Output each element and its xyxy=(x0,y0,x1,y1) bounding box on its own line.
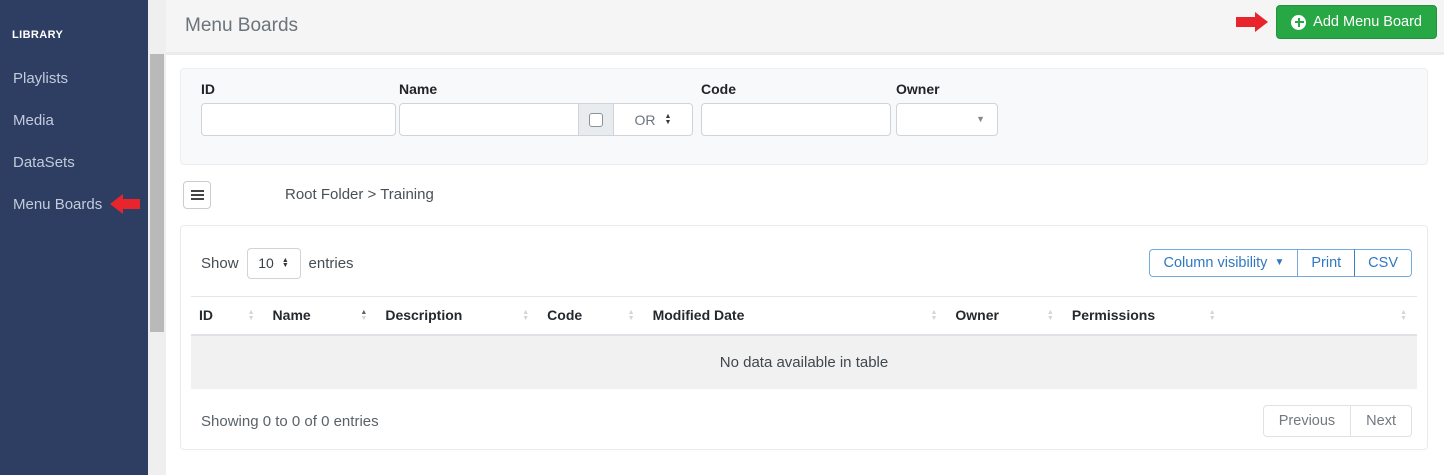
owner-filter-label: Owner xyxy=(896,81,940,97)
column-header-actions[interactable]: ▲ ▼ xyxy=(1225,296,1417,336)
page-header: Menu Boards Add Menu Board xyxy=(166,0,1444,55)
table-footer-row: Showing 0 to 0 of 0 entries Previous Nex… xyxy=(191,404,1417,438)
chevron-down-icon: ▼ xyxy=(976,114,985,124)
name-exact-match-checkbox[interactable] xyxy=(589,112,603,127)
menu-boards-table-panel: Show 10 ▲ ▼ entries Column visibility ▼ P… xyxy=(180,225,1428,450)
breadcrumb: Root Folder > Training xyxy=(285,186,434,203)
sidebar-item-datasets[interactable]: DataSets xyxy=(0,141,148,183)
print-button[interactable]: Print xyxy=(1297,249,1356,277)
sort-icons: ▲ ▼ xyxy=(930,308,938,322)
select-updown-icon: ▲ ▼ xyxy=(664,113,672,126)
folder-tree-toggle-button[interactable] xyxy=(183,180,211,209)
column-header-name[interactable]: Name ▲ ▼ xyxy=(264,296,378,336)
column-visibility-button[interactable]: Column visibility ▼ xyxy=(1149,249,1299,277)
table-header-row: ID ▲ ▼ Name ▲ ▼ Description ▲ ▼ Code ▲ ▼… xyxy=(191,296,1417,336)
sidebar: LIBRARY Playlists Media DataSets Menu Bo… xyxy=(0,0,148,475)
column-header-owner[interactable]: Owner ▲ ▼ xyxy=(947,296,1064,336)
empty-table-message: No data available in table xyxy=(191,335,1417,389)
name-filter-label: Name xyxy=(399,81,438,97)
name-filter-addon xyxy=(579,103,614,136)
menu-boards-table: ID ▲ ▼ Name ▲ ▼ Description ▲ ▼ Code ▲ ▼… xyxy=(191,296,1417,389)
annotation-arrow-left-icon xyxy=(110,194,141,214)
table-empty-row: No data available in table xyxy=(191,335,1417,389)
sort-icons: ▲ ▼ xyxy=(1400,308,1407,322)
column-header-description[interactable]: Description ▲ ▼ xyxy=(377,296,540,336)
caret-down-icon: ▼ xyxy=(1274,257,1285,268)
entries-summary: Showing 0 to 0 of 0 entries xyxy=(201,412,379,430)
owner-filter-select[interactable]: ▼ xyxy=(896,103,998,136)
add-menu-board-button[interactable]: Add Menu Board xyxy=(1276,5,1437,39)
table-controls-row: Show 10 ▲ ▼ entries Column visibility ▼ P… xyxy=(191,247,1417,279)
sort-icons: ▲ ▼ xyxy=(247,308,255,322)
sidebar-item-media[interactable]: Media xyxy=(0,99,148,141)
hamburger-icon xyxy=(190,193,204,196)
plus-circle-icon xyxy=(1291,14,1307,30)
show-label: Show xyxy=(201,254,239,272)
sidebar-item-playlists[interactable]: Playlists xyxy=(0,57,148,99)
sort-icons: ▲ ▼ xyxy=(1208,308,1216,322)
vertical-scrollbar xyxy=(148,0,166,475)
annotation-arrow-right-icon xyxy=(1236,12,1269,32)
menu-boards-page: LIBRARY Playlists Media DataSets Menu Bo… xyxy=(0,0,1444,475)
column-header-id[interactable]: ID ▲ ▼ xyxy=(191,296,265,336)
page-title: Menu Boards xyxy=(185,15,299,36)
name-filter-input[interactable] xyxy=(399,103,579,136)
main-content: Menu Boards Add Menu Board ID Name OR ▲ … xyxy=(166,0,1444,475)
sidebar-nav: Playlists Media DataSets Menu Boards xyxy=(0,57,148,225)
filter-panel: ID Name OR ▲ ▼ Code Owner ▼ xyxy=(180,68,1428,165)
page-length-control: Show 10 ▲ ▼ entries xyxy=(201,247,354,279)
sidebar-item-menu-boards[interactable]: Menu Boards xyxy=(0,183,148,225)
previous-page-button[interactable]: Previous xyxy=(1262,405,1352,437)
entries-label: entries xyxy=(308,254,354,272)
sort-icons: ▲ ▼ xyxy=(627,308,635,322)
column-header-permissions[interactable]: Permissions ▲ ▼ xyxy=(1063,296,1226,336)
breadcrumb-row: Root Folder > Training xyxy=(183,180,1428,209)
logic-operator-select[interactable]: OR ▲ ▼ xyxy=(614,103,693,136)
export-button-group: Column visibility ▼ Print CSV xyxy=(1149,249,1412,277)
id-filter-input[interactable] xyxy=(201,103,396,136)
sort-asc-icon: ▲ ▼ xyxy=(360,308,368,322)
csv-button[interactable]: CSV xyxy=(1354,249,1412,277)
sort-icons: ▲ ▼ xyxy=(522,308,530,322)
sort-icons: ▲ ▼ xyxy=(1046,308,1054,322)
sidebar-section-library: LIBRARY xyxy=(12,29,64,41)
code-filter-label: Code xyxy=(701,81,736,97)
select-updown-icon: ▲ ▼ xyxy=(281,256,289,269)
column-header-modified-date[interactable]: Modified Date ▲ ▼ xyxy=(644,296,948,336)
next-page-button[interactable]: Next xyxy=(1350,405,1412,437)
page-length-select[interactable]: 10 ▲ ▼ xyxy=(246,247,301,279)
pagination: Previous Next xyxy=(1262,405,1412,437)
scrollbar-thumb[interactable] xyxy=(150,54,164,332)
column-header-code[interactable]: Code ▲ ▼ xyxy=(539,296,645,336)
code-filter-input[interactable] xyxy=(701,103,891,136)
id-filter-label: ID xyxy=(201,81,215,97)
